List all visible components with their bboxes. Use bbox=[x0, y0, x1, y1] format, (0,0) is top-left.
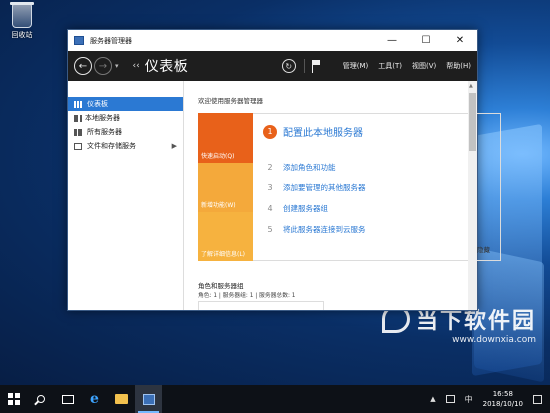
step-link: 配置此本地服务器 bbox=[283, 128, 363, 139]
servers-icon bbox=[74, 128, 82, 136]
history-dropdown-icon[interactable]: ▾ bbox=[115, 62, 119, 70]
step-number: 4 bbox=[267, 204, 273, 213]
toolbar-divider bbox=[303, 59, 305, 73]
folder-icon bbox=[115, 394, 128, 404]
recycle-bin-label: 回收站 bbox=[11, 31, 33, 39]
sidebar-item-all-servers[interactable]: 所有服务器 bbox=[68, 125, 183, 139]
step-configure-local-server[interactable]: 1 配置此本地服务器 bbox=[263, 124, 363, 139]
sidebar: 仪表板 本地服务器 所有服务器 文件和存储服务 ▶ bbox=[68, 81, 184, 310]
title-bar[interactable]: 服务器管理器 — ☐ ✕ bbox=[68, 30, 477, 51]
step-link: 将此服务器连接到云服务 bbox=[283, 225, 366, 234]
maximize-button[interactable]: ☐ bbox=[409, 30, 443, 51]
task-view-button[interactable] bbox=[54, 385, 81, 413]
forward-arrow-icon[interactable]: → bbox=[94, 57, 112, 75]
taskbar-file-explorer[interactable] bbox=[108, 385, 135, 413]
taskbar: e ▲ 中 16:58 2018/10/10 bbox=[0, 385, 550, 413]
notifications-flag-icon[interactable] bbox=[311, 59, 321, 73]
clock-time: 16:58 bbox=[492, 390, 513, 398]
step-link: 添加要管理的其他服务器 bbox=[283, 183, 366, 192]
step-add-servers[interactable]: 3 添加要管理的其他服务器 bbox=[263, 182, 366, 193]
menu-manage[interactable]: 管理(M) bbox=[343, 61, 369, 71]
hide-link[interactable]: 隐藏 bbox=[477, 244, 490, 254]
server-manager-app-icon bbox=[74, 36, 84, 45]
watermark-url: www.downxia.com bbox=[452, 335, 536, 345]
chevron-up-icon[interactable]: ▲ bbox=[430, 395, 435, 403]
welcome-heading: 欢迎使用服务器管理器 bbox=[198, 97, 263, 105]
sidebar-item-dashboard[interactable]: 仪表板 bbox=[68, 97, 183, 111]
taskbar-server-manager[interactable] bbox=[135, 385, 162, 413]
clock[interactable]: 16:58 2018/10/10 bbox=[483, 389, 523, 409]
windows-start-icon bbox=[7, 393, 20, 405]
quick-start-steps: 1 配置此本地服务器 2 添加角色和功能 3 添加要管理的其他服务器 4 创建服… bbox=[253, 113, 501, 261]
internet-explorer-icon: e bbox=[90, 391, 99, 407]
roles-section-title: 角色和服务器组 bbox=[198, 282, 244, 290]
refresh-icon[interactable]: ↻ bbox=[281, 59, 296, 73]
step-link: 创建服务器组 bbox=[283, 204, 328, 213]
scroll-up-icon[interactable]: ▲ bbox=[469, 83, 473, 89]
sidebar-item-label: 本地服务器 bbox=[85, 114, 120, 122]
roles-summary: 角色: 1 | 服务器组: 1 | 服务器总数: 1 bbox=[198, 293, 296, 299]
step-connect-cloud[interactable]: 5 将此服务器连接到云服务 bbox=[263, 224, 366, 235]
step-number: 5 bbox=[267, 225, 273, 234]
step-create-group[interactable]: 4 创建服务器组 bbox=[263, 203, 328, 214]
vertical-scrollbar[interactable]: ▲ bbox=[468, 81, 477, 310]
step-number-badge: 1 bbox=[263, 124, 277, 139]
tile-quick-start[interactable]: 快速启动(Q) bbox=[198, 113, 253, 163]
step-number: 2 bbox=[267, 163, 273, 172]
role-card[interactable] bbox=[198, 301, 324, 310]
step-number: 3 bbox=[267, 183, 273, 192]
window-title: 服务器管理器 bbox=[90, 36, 132, 45]
clock-date: 2018/10/10 bbox=[482, 400, 523, 408]
sidebar-item-local-server[interactable]: 本地服务器 bbox=[68, 111, 183, 125]
server-icon bbox=[74, 114, 80, 122]
chevron-right-icon: ▶ bbox=[171, 142, 177, 150]
server-manager-window: 服务器管理器 — ☐ ✕ ← → ▾ ‹‹ 仪表板 ↻ 管理(M) 工具(T) … bbox=[67, 29, 501, 311]
action-center-icon[interactable] bbox=[533, 394, 542, 404]
server-manager-icon bbox=[142, 393, 155, 405]
dashboard-icon bbox=[74, 100, 82, 108]
sidebar-item-label: 所有服务器 bbox=[87, 128, 122, 136]
recycle-bin-shortcut[interactable]: 回收站 bbox=[6, 2, 38, 40]
desktop: 回收站 当下软件园 www.downxia.com 服务器管理器 — ☐ ✕ ←… bbox=[0, 0, 550, 385]
step-add-roles[interactable]: 2 添加角色和功能 bbox=[263, 162, 336, 173]
taskbar-internet-explorer[interactable]: e bbox=[81, 385, 108, 413]
close-button[interactable]: ✕ bbox=[443, 30, 477, 51]
toolbar: ← → ▾ ‹‹ 仪表板 ↻ 管理(M) 工具(T) 视图(V) 帮助(H) bbox=[68, 51, 477, 81]
menu-help[interactable]: 帮助(H) bbox=[446, 61, 471, 71]
breadcrumb-chevron-icon: ‹‹ bbox=[132, 61, 140, 71]
network-icon[interactable] bbox=[445, 395, 455, 403]
tile-label: 了解详细信息(L) bbox=[201, 251, 246, 258]
tile-whats-new[interactable]: 新增功能(W) bbox=[198, 163, 253, 212]
back-arrow-icon[interactable]: ← bbox=[74, 57, 92, 75]
minimize-button[interactable]: — bbox=[375, 30, 409, 51]
main-content: 欢迎使用服务器管理器 快速启动(Q) 新增功能(W) 了解详细信息(L) 1 配… bbox=[184, 81, 501, 310]
task-view-icon bbox=[61, 394, 74, 404]
system-tray: ▲ 中 16:58 2018/10/10 bbox=[430, 385, 550, 413]
search-button[interactable] bbox=[27, 385, 54, 413]
sidebar-item-label: 仪表板 bbox=[87, 100, 108, 108]
menu-tools[interactable]: 工具(T) bbox=[378, 61, 402, 71]
scrollbar-thumb[interactable] bbox=[469, 93, 476, 151]
tile-label: 快速启动(Q) bbox=[201, 153, 235, 160]
sidebar-item-label: 文件和存储服务 bbox=[87, 142, 136, 150]
page-title: 仪表板 bbox=[144, 59, 189, 75]
storage-icon bbox=[74, 142, 82, 150]
search-icon bbox=[36, 395, 45, 403]
step-link: 添加角色和功能 bbox=[283, 163, 336, 172]
welcome-tiles: 快速启动(Q) 新增功能(W) 了解详细信息(L) bbox=[198, 113, 253, 261]
recycle-bin-icon bbox=[10, 2, 34, 28]
start-button[interactable] bbox=[0, 385, 27, 413]
input-method-indicator[interactable]: 中 bbox=[465, 394, 473, 405]
menu-view[interactable]: 视图(V) bbox=[412, 61, 436, 71]
tile-label: 新增功能(W) bbox=[201, 202, 236, 209]
tile-learn-more[interactable]: 了解详细信息(L) bbox=[198, 212, 253, 261]
sidebar-item-file-storage[interactable]: 文件和存储服务 ▶ bbox=[68, 139, 183, 153]
